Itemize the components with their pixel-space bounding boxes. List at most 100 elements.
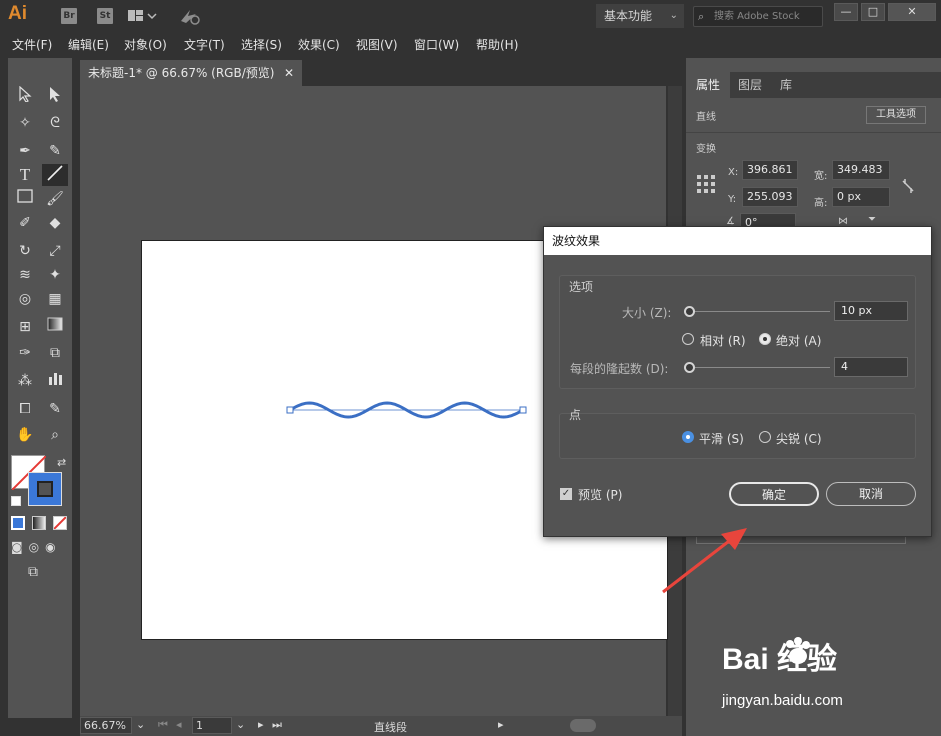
menu-type[interactable]: 文字(T) — [184, 36, 225, 53]
size-field[interactable]: 10 px — [834, 301, 908, 321]
artboard-tool-icon[interactable]: ⧠ — [12, 398, 38, 420]
lasso-tool-icon[interactable]: ᘓ — [42, 112, 68, 134]
menu-file[interactable]: 文件(F) — [12, 36, 52, 53]
slice-tool-icon[interactable]: ✎ — [42, 398, 68, 420]
color-mode-button[interactable] — [11, 516, 25, 530]
tab-libraries[interactable]: 库 — [770, 72, 802, 98]
gradient-tool-icon[interactable] — [42, 316, 68, 338]
pen-tool-icon[interactable]: ✒ — [12, 140, 38, 162]
scale-tool-icon[interactable]: ⤢ — [42, 240, 68, 262]
status-menu-icon[interactable]: ▸ — [498, 718, 504, 731]
tab-properties[interactable]: 属性 — [686, 72, 731, 98]
selection-tool-icon[interactable] — [12, 85, 38, 108]
points-group-label: 点 — [569, 408, 582, 422]
zoom-tool-icon[interactable]: ⌕ — [42, 424, 68, 446]
reference-point-icon[interactable] — [696, 174, 716, 194]
default-colors-icon[interactable] — [11, 496, 21, 506]
size-slider-knob[interactable] — [683, 306, 695, 317]
workspace-switcher[interactable]: 基本功能 ⌄ — [596, 4, 684, 28]
relative-radio[interactable] — [682, 333, 694, 345]
gpu-performance-icon[interactable] — [178, 6, 202, 26]
mesh-tool-icon[interactable]: ⊞ — [12, 316, 38, 338]
page-field[interactable]: 1 — [192, 717, 232, 734]
document-tab[interactable]: 未标题-1* @ 66.67% (RGB/预览) ✕ — [80, 60, 302, 86]
symbol-sprayer-tool-icon[interactable]: ⁂ — [12, 370, 38, 392]
width-label: 宽: — [814, 171, 828, 182]
y-field[interactable]: 255.093 — [742, 187, 798, 207]
flip-vertical-icon[interactable]: ⏷ — [868, 214, 876, 225]
cancel-button[interactable]: 取消 — [826, 482, 916, 506]
anchor-end[interactable] — [519, 406, 527, 414]
menu-object[interactable]: 对象(O) — [124, 36, 167, 53]
line-segment-tool-icon[interactable] — [42, 164, 68, 186]
shape-builder-tool-icon[interactable]: ◎ — [12, 288, 38, 310]
close-window-button[interactable]: ✕ — [888, 3, 936, 21]
zoom-field[interactable]: 66.67% — [80, 717, 132, 734]
page-dropdown-icon[interactable]: ⌄ — [236, 718, 245, 731]
menu-edit[interactable]: 编辑(E) — [68, 36, 109, 53]
corner-radio[interactable] — [759, 431, 771, 443]
rectangle-tool-icon[interactable] — [12, 188, 38, 210]
menu-window[interactable]: 窗口(W) — [414, 36, 459, 53]
curvature-tool-icon[interactable]: ✎ — [42, 140, 68, 162]
magic-wand-tool-icon[interactable]: ✧ — [12, 112, 38, 134]
gradient-mode-button[interactable] — [32, 516, 46, 530]
swap-fill-stroke-icon[interactable]: ⇄ — [57, 456, 66, 469]
previous-page-icon[interactable]: ◂ — [176, 718, 182, 731]
stroke-swatch[interactable] — [28, 472, 62, 506]
paintbrush-tool-icon[interactable]: 🖌 — [42, 188, 68, 210]
y-label: Y: — [728, 194, 737, 205]
height-label: 高: — [814, 198, 828, 209]
shaper-tool-icon[interactable]: ✐ — [12, 212, 38, 234]
menu-effect[interactable]: 效果(C) — [298, 36, 340, 53]
tool-options-button[interactable]: 工具选项 — [866, 106, 926, 124]
type-tool-icon[interactable]: T — [12, 164, 38, 186]
preview-checkbox[interactable]: ✓ — [560, 488, 572, 500]
first-page-icon[interactable]: ⏮ — [158, 718, 168, 732]
menu-select[interactable]: 选择(S) — [241, 36, 282, 53]
perspective-grid-tool-icon[interactable]: ▦ — [42, 288, 68, 310]
arrange-icon — [128, 10, 157, 21]
size-slider-track[interactable] — [684, 311, 830, 312]
ridges-field[interactable]: 4 — [834, 357, 908, 377]
maximize-button[interactable]: □ — [861, 3, 885, 21]
x-field[interactable]: 396.861 — [742, 160, 798, 180]
stock-search-input[interactable]: ⌕ 搜索 Adobe Stock — [693, 6, 823, 27]
hand-tool-icon[interactable]: ✋ — [12, 424, 38, 446]
none-mode-button[interactable] — [53, 516, 67, 530]
width-tool-icon[interactable]: ≋ — [12, 264, 38, 286]
next-page-icon[interactable]: ▸ — [258, 718, 264, 731]
ok-button[interactable]: 确定 — [729, 482, 819, 506]
constrain-proportions-icon[interactable] — [900, 176, 916, 196]
arrange-documents-button[interactable] — [128, 8, 158, 24]
menu-view[interactable]: 视图(V) — [356, 36, 398, 53]
direct-selection-tool-icon[interactable] — [42, 86, 68, 108]
screen-mode-icon[interactable]: ⧉ — [28, 564, 52, 582]
bridge-button[interactable]: Br — [61, 8, 77, 24]
ridges-slider-track[interactable] — [684, 367, 830, 368]
eraser-tool-icon[interactable]: ◆ — [42, 212, 68, 234]
height-field[interactable]: 0 px — [832, 187, 890, 207]
stock-button[interactable]: St — [97, 8, 113, 24]
close-document-icon[interactable]: ✕ — [284, 60, 294, 86]
absolute-radio[interactable] — [759, 333, 771, 345]
eyedropper-tool-icon[interactable]: ✑ — [12, 342, 38, 364]
width-field[interactable]: 349.483 — [832, 160, 890, 180]
rotate-tool-icon[interactable]: ↻ — [12, 240, 38, 262]
tools-panel: ✧ ᘓ ✒ ✎ T 🖌 ✐ ◆ ↻ ⤢ ≋ ✦ ◎ ▦ ⊞ ✑ ⧉ ⁂ ⧠ ✎ … — [8, 58, 72, 718]
drawing-modes-icon[interactable]: ◙◎◉ — [11, 540, 69, 558]
annotation-arrow — [662, 528, 747, 594]
minimize-button[interactable]: — — [834, 3, 858, 21]
watermark-brand: Bai 经验 — [722, 643, 838, 676]
column-graph-tool-icon[interactable] — [42, 370, 68, 392]
horizontal-scroll-thumb[interactable] — [570, 719, 596, 732]
menu-help[interactable]: 帮助(H) — [476, 36, 518, 53]
smooth-radio[interactable] — [682, 431, 694, 443]
tab-layers[interactable]: 图层 — [728, 72, 772, 98]
zoom-dropdown-icon[interactable]: ⌄ — [136, 718, 145, 731]
blend-tool-icon[interactable]: ⧉ — [42, 342, 68, 364]
puppet-warp-tool-icon[interactable]: ✦ — [42, 264, 68, 286]
anchor-start[interactable] — [286, 406, 294, 414]
last-page-icon[interactable]: ⏭ — [272, 718, 282, 732]
ridges-slider-knob[interactable] — [683, 362, 695, 373]
